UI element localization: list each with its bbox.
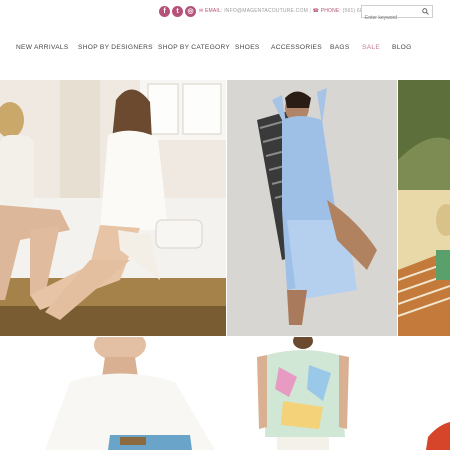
photo-printed-silk-top[interactable]	[227, 337, 397, 450]
phone-label: PHONE:	[320, 8, 342, 14]
photo-blue-dress-image	[227, 80, 397, 336]
main-nav: NEW ARRIVALS SHOP BY DESIGNERS SHOP BY C…	[0, 44, 450, 56]
search-icon[interactable]	[422, 8, 429, 15]
photo-white-top-image	[0, 337, 226, 450]
nav-accessories[interactable]: ACCESSORIES	[271, 44, 322, 51]
email-link[interactable]: INFO@MAGENTACOUTURE.COM	[224, 8, 308, 14]
photo-beach-scene-partial[interactable]	[398, 80, 450, 336]
nav-shop-by-category[interactable]: SHOP BY CATEGORY	[158, 44, 230, 51]
nav-bags[interactable]: BAGS	[330, 44, 350, 51]
twitter-icon[interactable]: t	[172, 6, 183, 17]
separator: |	[309, 8, 312, 14]
photo-women-sofa-image	[0, 80, 226, 336]
instagram-icon[interactable]: ◎	[185, 6, 196, 17]
photo-women-white-outfits-sofa[interactable]	[0, 80, 226, 336]
contact-info: ✉ EMAIL: INFO@MAGENTACOUTURE.COM | ☎ PHO…	[199, 8, 380, 14]
nav-new-arrivals[interactable]: NEW ARRIVALS	[16, 44, 69, 51]
nav-blog[interactable]: BLOG	[392, 44, 412, 51]
email-label: EMAIL:	[204, 8, 223, 14]
photo-woman-blue-dress-lounge-chair[interactable]	[227, 80, 397, 336]
photo-red-shoe-partial[interactable]	[398, 337, 450, 450]
phone-icon: ☎	[312, 8, 320, 14]
envelope-icon: ✉	[199, 8, 204, 14]
facebook-icon[interactable]: f	[159, 6, 170, 17]
photo-white-top-denim[interactable]	[0, 337, 226, 450]
photo-red-shoe-image	[398, 337, 450, 450]
nav-sale[interactable]: SALE	[362, 44, 380, 51]
top-bar: f t ◎ ✉ EMAIL: INFO@MAGENTACOUTURE.COM |…	[0, 0, 450, 26]
nav-shop-by-designers[interactable]: SHOP BY DESIGNERS	[78, 44, 153, 51]
nav-shoes[interactable]: SHOES	[235, 44, 260, 51]
search-input[interactable]	[362, 12, 418, 24]
search-box	[361, 5, 433, 24]
photo-printed-top-image	[227, 337, 397, 450]
photo-beach-image	[398, 80, 450, 336]
